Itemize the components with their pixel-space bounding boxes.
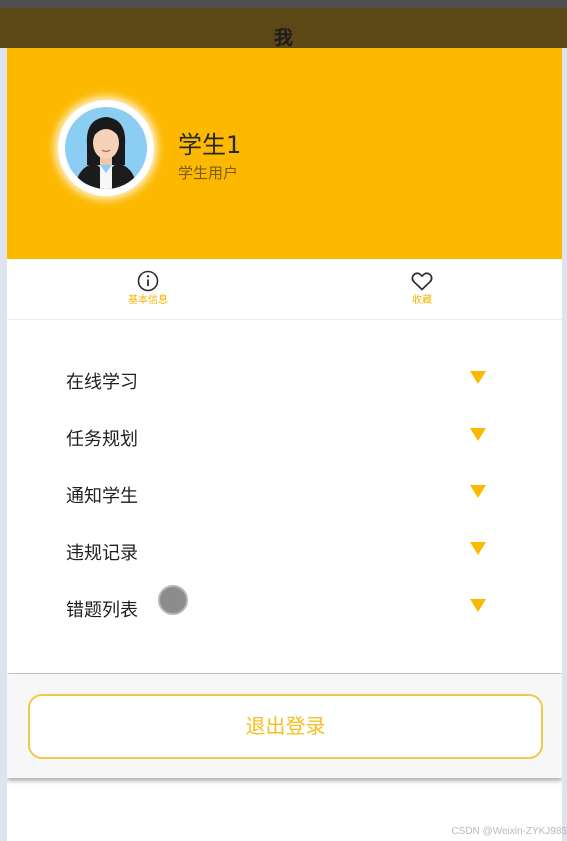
status-strip [0,0,567,8]
menu-item-online-learning[interactable]: 在线学习 [7,321,562,393]
avatar[interactable] [58,100,154,196]
logout-section: 退出登录 [7,674,562,778]
navigation-bar: 我 [0,8,567,49]
profile-header: 学生1 学生用户 [7,48,562,259]
user-name: 学生1 [178,131,242,159]
menu-list: 在线学习 任务规划 通知学生 违规记录 错题列表 [7,321,562,673]
menu-item-violation-records[interactable]: 违规记录 [7,492,562,564]
logout-button[interactable]: 退出登录 [28,694,543,759]
menu-item-label: 错题列表 [66,600,138,621]
menu-item-wrong-questions[interactable]: 错题列表 [7,549,562,621]
user-role: 学生用户 [178,164,239,182]
heart-icon [411,272,433,291]
app-screen: 学生1 学生用户 基本信息 收藏 在线学习 任务规划 通知学生 违规记录 错题列… [7,0,562,841]
info-icon [137,270,159,292]
page-title: 我 [273,27,293,49]
watermark: CSDN @Weixin-ZYKJ985 [451,826,567,837]
profile-tabs: 基本信息 收藏 [7,259,562,320]
avatar-photo [65,107,147,189]
menu-item-notify-students[interactable]: 通知学生 [7,435,562,507]
touch-cursor-indicator [158,585,188,615]
tab-label: 基本信息 [128,295,168,306]
tab-favorites[interactable]: 收藏 [377,269,467,307]
tab-label: 收藏 [412,295,432,306]
menu-item-task-planning[interactable]: 任务规划 [7,378,562,450]
tab-basic-info[interactable]: 基本信息 [103,269,193,307]
triangle-down-icon [470,599,486,612]
